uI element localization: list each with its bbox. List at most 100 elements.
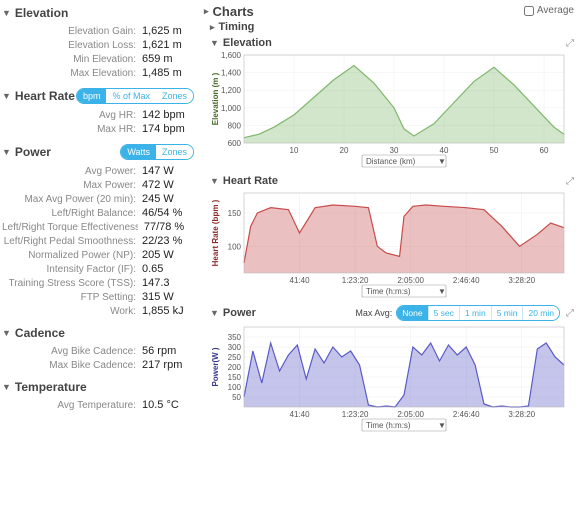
- caret-icon: ▼: [2, 382, 11, 392]
- stat-row: Max Bike Cadence:217 rpm: [2, 358, 194, 372]
- stat-row: Min Elevation:659 m: [2, 52, 194, 66]
- svg-text:Power(W ): Power(W ): [211, 347, 220, 386]
- elevation-chart-heading[interactable]: ▼Elevation: [210, 37, 272, 49]
- maxavg-1min[interactable]: 1 min: [459, 306, 491, 320]
- stat-row: Training Stress Score (TSS):147.3: [2, 276, 194, 290]
- stat-label: Max Elevation:: [70, 68, 136, 79]
- svg-text:▼: ▼: [438, 421, 446, 430]
- stat-row: Max HR:174 bpm: [2, 122, 194, 136]
- elevation-chart-section: ▼Elevation ⤢ 6008001,0001,2001,4001,6001…: [204, 37, 574, 169]
- stat-row: Max Power: 472 W: [2, 178, 194, 192]
- svg-text:Elevation (m ): Elevation (m ): [211, 72, 220, 125]
- stat-row: FTP Setting:315 W: [2, 290, 194, 304]
- pill-pct-max[interactable]: % of Max: [106, 89, 156, 103]
- stat-value: 472 W: [142, 179, 194, 191]
- caret-icon: ▼: [2, 147, 11, 157]
- power-chart-section: ▼Power Max Avg: None 5 sec 1 min 5 min 2…: [204, 305, 574, 433]
- stat-label: FTP Setting:: [81, 292, 136, 303]
- expand-icon[interactable]: ⤢: [566, 308, 574, 319]
- stat-value: 205 W: [142, 249, 194, 261]
- svg-text:Time (h:m:s): Time (h:m:s): [366, 421, 411, 430]
- stat-row: Max Avg Power (20 min):245 W: [2, 192, 194, 206]
- expand-icon[interactable]: ⤢: [566, 176, 574, 187]
- elevation-heading[interactable]: ▼Elevation: [2, 6, 68, 20]
- maxavg-5min[interactable]: 5 min: [491, 306, 523, 320]
- cadence-heading[interactable]: ▼Cadence: [2, 326, 65, 340]
- expand-icon[interactable]: ⤢: [566, 38, 574, 49]
- timing-collapsed[interactable]: ▸Timing: [210, 21, 574, 33]
- caret-icon: ▼: [2, 91, 11, 101]
- svg-text:41:40: 41:40: [290, 410, 311, 419]
- stat-row: Normalized Power (NP): 205 W: [2, 248, 194, 262]
- svg-text:2:05:00: 2:05:00: [397, 276, 424, 285]
- stat-value: 77/78 %: [144, 221, 194, 233]
- maxavg-20min[interactable]: 20 min: [522, 306, 559, 320]
- stat-value: 142 bpm: [142, 109, 194, 121]
- svg-text:2:46:40: 2:46:40: [453, 410, 480, 419]
- average-checkbox-label[interactable]: Average: [524, 5, 574, 16]
- stat-row: Left/Right Torque Effectiveness:77/78 %: [2, 220, 194, 234]
- maxavg-5sec[interactable]: 5 sec: [428, 306, 459, 320]
- svg-text:1:23:20: 1:23:20: [342, 276, 369, 285]
- power-units-toggle: Watts Zones: [120, 144, 194, 160]
- maxavg-none[interactable]: None: [397, 306, 427, 320]
- stat-value: 1,485 m: [142, 67, 194, 79]
- heart-rate-heading[interactable]: ▼Heart Rate: [2, 89, 75, 103]
- caret-icon: ▼: [2, 328, 11, 338]
- stat-row: Intensity Factor (IF):0.65: [2, 262, 194, 276]
- elevation-section: ▼Elevation Elevation Gain:1,625 mElevati…: [2, 6, 194, 80]
- stat-row: Avg HR: 142 bpm: [2, 108, 194, 122]
- svg-text:350: 350: [228, 333, 242, 342]
- stat-label: Training Stress Score (TSS):: [9, 278, 136, 289]
- temperature-section: ▼Temperature Avg Temperature:10.5 °C: [2, 380, 194, 412]
- average-checkbox[interactable]: [524, 6, 534, 16]
- stat-label: Left/Right Balance:: [52, 208, 137, 219]
- power-heading[interactable]: ▼Power: [2, 145, 51, 159]
- stat-label: Left/Right Pedal Smoothness:: [4, 236, 136, 247]
- hr-units-toggle: bpm % of Max Zones: [76, 88, 194, 104]
- pill-power-zones[interactable]: Zones: [156, 145, 193, 159]
- stat-label: Avg Bike Cadence:: [51, 346, 136, 357]
- caret-icon: ▼: [210, 38, 219, 48]
- stat-label: Avg Power:: [85, 166, 136, 177]
- caret-icon: ▸: [204, 6, 209, 17]
- stat-value: 217 rpm: [142, 359, 194, 371]
- power-section: ▼Power Watts Zones Avg Power:147 WMax Po…: [2, 144, 194, 318]
- hr-chart-heading[interactable]: ▼Heart Rate: [210, 175, 278, 187]
- pill-bpm[interactable]: bpm: [77, 89, 107, 103]
- stat-value: 147 W: [142, 165, 194, 177]
- temperature-heading[interactable]: ▼Temperature: [2, 380, 87, 394]
- svg-text:50: 50: [490, 146, 499, 155]
- pill-watts[interactable]: Watts: [121, 145, 156, 159]
- stat-row: Left/Right Balance: 46/54 %: [2, 206, 194, 220]
- stat-row: Work:1,855 kJ: [2, 304, 194, 318]
- pill-zones[interactable]: Zones: [156, 89, 193, 103]
- cadence-section: ▼Cadence Avg Bike Cadence: 56 rpmMax Bike…: [2, 326, 194, 372]
- svg-text:20: 20: [340, 146, 349, 155]
- stat-label: Normalized Power (NP):: [28, 250, 136, 261]
- svg-text:41:40: 41:40: [290, 276, 311, 285]
- stat-value: 56 rpm: [142, 345, 194, 357]
- power-chart-heading[interactable]: ▼Power: [210, 307, 256, 319]
- stat-label: Elevation Loss:: [68, 40, 136, 51]
- svg-text:200: 200: [228, 363, 242, 372]
- elevation-chart: 6008001,0001,2001,4001,600102030405060El…: [210, 51, 570, 169]
- svg-text:60: 60: [540, 146, 549, 155]
- stat-value: 46/54 %: [142, 207, 194, 219]
- svg-text:800: 800: [228, 121, 242, 130]
- svg-text:Distance (km): Distance (km): [366, 157, 416, 166]
- svg-text:10: 10: [290, 146, 299, 155]
- stat-value: 1,855 kJ: [142, 305, 194, 317]
- svg-text:▼: ▼: [438, 157, 446, 166]
- stat-value: 659 m: [142, 53, 194, 65]
- svg-text:3:28:20: 3:28:20: [508, 276, 535, 285]
- svg-text:3:28:20: 3:28:20: [508, 410, 535, 419]
- stat-label: Avg HR:: [99, 110, 136, 121]
- stat-row: Max Elevation: 1,485 m: [2, 66, 194, 80]
- stat-label: Max Power:: [83, 180, 136, 191]
- charts-heading[interactable]: ▸Charts: [204, 4, 254, 19]
- charts-panel: ▸Charts Average ▸Timing ▼Elevation ⤢ 600…: [200, 0, 580, 515]
- svg-text:40: 40: [440, 146, 449, 155]
- stat-value: 174 bpm: [142, 123, 194, 135]
- svg-text:Time (h:m:s): Time (h:m:s): [366, 287, 411, 296]
